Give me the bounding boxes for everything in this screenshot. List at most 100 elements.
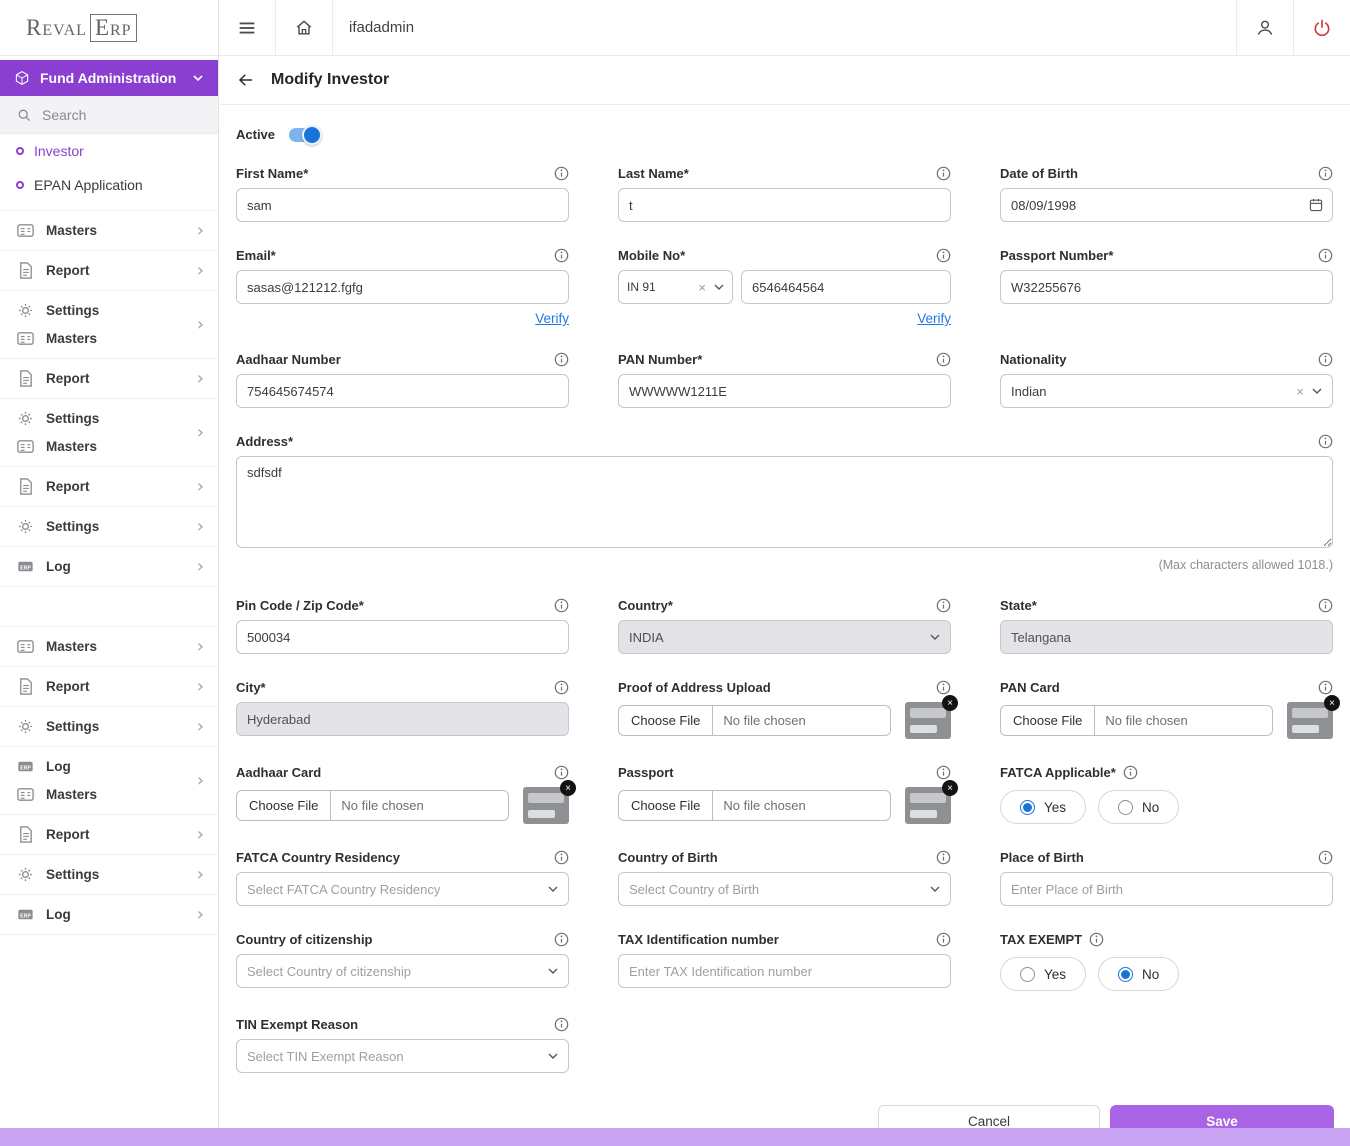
module-selector[interactable]: Fund Administration: [0, 60, 218, 96]
info-icon[interactable]: [1318, 598, 1333, 613]
tax-identification-input[interactable]: [618, 954, 951, 988]
sidebar-item-settings[interactable]: Settings ›: [0, 707, 218, 747]
info-icon[interactable]: [554, 598, 569, 613]
email-verify-link[interactable]: Verify: [535, 311, 569, 326]
info-icon[interactable]: [936, 248, 951, 263]
fatca-yes-radio[interactable]: Yes: [1000, 790, 1086, 824]
page-header: Modify Investor: [220, 56, 1350, 105]
mobile-number-input[interactable]: [741, 270, 951, 304]
logout-button[interactable]: [1294, 0, 1350, 55]
sidebar-item-investor[interactable]: Investor: [0, 134, 218, 168]
country-code-select[interactable]: IN 91 ×: [618, 270, 733, 304]
clear-icon[interactable]: ×: [1296, 384, 1304, 399]
info-icon[interactable]: [554, 932, 569, 947]
nationality-select[interactable]: Indian ×: [1000, 374, 1333, 408]
calendar-icon[interactable]: [1308, 197, 1324, 213]
info-icon[interactable]: [554, 166, 569, 181]
pan-card-thumbnail[interactable]: ×: [1287, 702, 1333, 739]
info-icon[interactable]: [936, 850, 951, 865]
info-icon[interactable]: [554, 765, 569, 780]
sidebar-item-report[interactable]: Report ›: [0, 251, 218, 291]
sidebar-item-log-masters[interactable]: Log Masters ›: [0, 747, 218, 815]
passport-file-input[interactable]: Choose File No file chosen: [618, 790, 891, 821]
chevron-right-icon: ›: [197, 222, 204, 240]
date-of-birth-input[interactable]: [1000, 188, 1333, 222]
home-button[interactable]: [276, 0, 332, 55]
info-icon[interactable]: [554, 248, 569, 263]
clear-icon[interactable]: ×: [698, 280, 706, 295]
info-icon[interactable]: [936, 932, 951, 947]
info-icon[interactable]: [936, 352, 951, 367]
sidebar-search[interactable]: [0, 96, 218, 134]
sidebar-item-settings[interactable]: Settings ›: [0, 507, 218, 547]
info-icon[interactable]: [554, 850, 569, 865]
first-name-input[interactable]: [236, 188, 569, 222]
info-icon[interactable]: [936, 166, 951, 181]
pan-card-file-input[interactable]: Choose File No file chosen: [1000, 705, 1273, 736]
info-icon[interactable]: [1318, 680, 1333, 695]
country-of-birth-select[interactable]: Select Country of Birth: [618, 872, 951, 906]
proof-of-address-thumbnail[interactable]: ×: [905, 702, 951, 739]
sidebar-item-report[interactable]: Report ›: [0, 815, 218, 855]
fatca-country-select[interactable]: Select FATCA Country Residency: [236, 872, 569, 906]
mobile-verify-link[interactable]: Verify: [917, 311, 951, 326]
info-icon[interactable]: [1318, 166, 1333, 181]
info-icon[interactable]: [1318, 248, 1333, 263]
sidebar-item-masters[interactable]: Masters ›: [0, 627, 218, 667]
info-icon[interactable]: [1089, 932, 1104, 947]
sidebar-item-settings-masters[interactable]: Settings Masters ›: [0, 291, 218, 359]
search-input[interactable]: [42, 107, 192, 123]
info-icon[interactable]: [936, 680, 951, 695]
sidebar-item-log[interactable]: Log ›: [0, 547, 218, 587]
remove-icon[interactable]: ×: [560, 780, 576, 796]
info-icon[interactable]: [1318, 352, 1333, 367]
sidebar-item-report[interactable]: Report ›: [0, 667, 218, 707]
menu-toggle-button[interactable]: [219, 0, 275, 55]
info-icon[interactable]: [554, 352, 569, 367]
aadhaar-card-file-input[interactable]: Choose File No file chosen: [236, 790, 509, 821]
citizenship-select[interactable]: Select Country of citizenship: [236, 954, 569, 988]
fatca-no-radio[interactable]: No: [1098, 790, 1179, 824]
field-passport-number: Passport Number*: [1000, 248, 1333, 304]
info-icon[interactable]: [1123, 765, 1138, 780]
sidebar-item-settings-masters[interactable]: Settings Masters ›: [0, 399, 218, 467]
email-input[interactable]: [236, 270, 569, 304]
sidebar-item-label: Investor: [34, 143, 84, 159]
info-icon[interactable]: [936, 598, 951, 613]
remove-icon[interactable]: ×: [1324, 695, 1340, 711]
place-of-birth-input[interactable]: [1000, 872, 1333, 906]
info-icon[interactable]: [1318, 850, 1333, 865]
profile-button[interactable]: [1237, 0, 1293, 55]
tin-exempt-reason-select[interactable]: Select TIN Exempt Reason: [236, 1039, 569, 1073]
tax-exempt-yes-radio[interactable]: Yes: [1000, 957, 1086, 991]
sidebar-item-report[interactable]: Report ›: [0, 359, 218, 399]
passport-thumbnail[interactable]: ×: [905, 787, 951, 824]
tax-exempt-no-radio[interactable]: No: [1098, 957, 1179, 991]
sidebar-item-log[interactable]: Log ›: [0, 895, 218, 935]
active-toggle[interactable]: [289, 128, 319, 142]
info-icon[interactable]: [936, 765, 951, 780]
aadhaar-number-input[interactable]: [236, 374, 569, 408]
remove-icon[interactable]: ×: [942, 780, 958, 796]
cancel-button[interactable]: Cancel: [878, 1105, 1100, 1128]
pan-number-input[interactable]: [618, 374, 951, 408]
save-button[interactable]: Save: [1110, 1105, 1334, 1128]
sidebar-item-report[interactable]: Report ›: [0, 467, 218, 507]
proof-of-address-file-input[interactable]: Choose File No file chosen: [618, 705, 891, 736]
passport-number-input[interactable]: [1000, 270, 1333, 304]
last-name-input[interactable]: [618, 188, 951, 222]
report-icon: [16, 369, 35, 388]
aadhaar-card-thumbnail[interactable]: ×: [523, 787, 569, 824]
info-icon[interactable]: [554, 680, 569, 695]
address-textarea[interactable]: sdfsdf: [236, 456, 1333, 548]
remove-icon[interactable]: ×: [942, 695, 958, 711]
log-icon: [16, 905, 35, 924]
info-icon[interactable]: [554, 1017, 569, 1032]
back-button[interactable]: [237, 70, 257, 90]
sidebar-item-settings[interactable]: Settings ›: [0, 855, 218, 895]
sidebar-item-epan-application[interactable]: EPAN Application: [0, 168, 218, 202]
field-tax-identification-number: TAX Identification number: [618, 932, 951, 988]
info-icon[interactable]: [1318, 434, 1333, 449]
pin-code-input[interactable]: [236, 620, 569, 654]
sidebar-item-masters[interactable]: Masters ›: [0, 211, 218, 251]
